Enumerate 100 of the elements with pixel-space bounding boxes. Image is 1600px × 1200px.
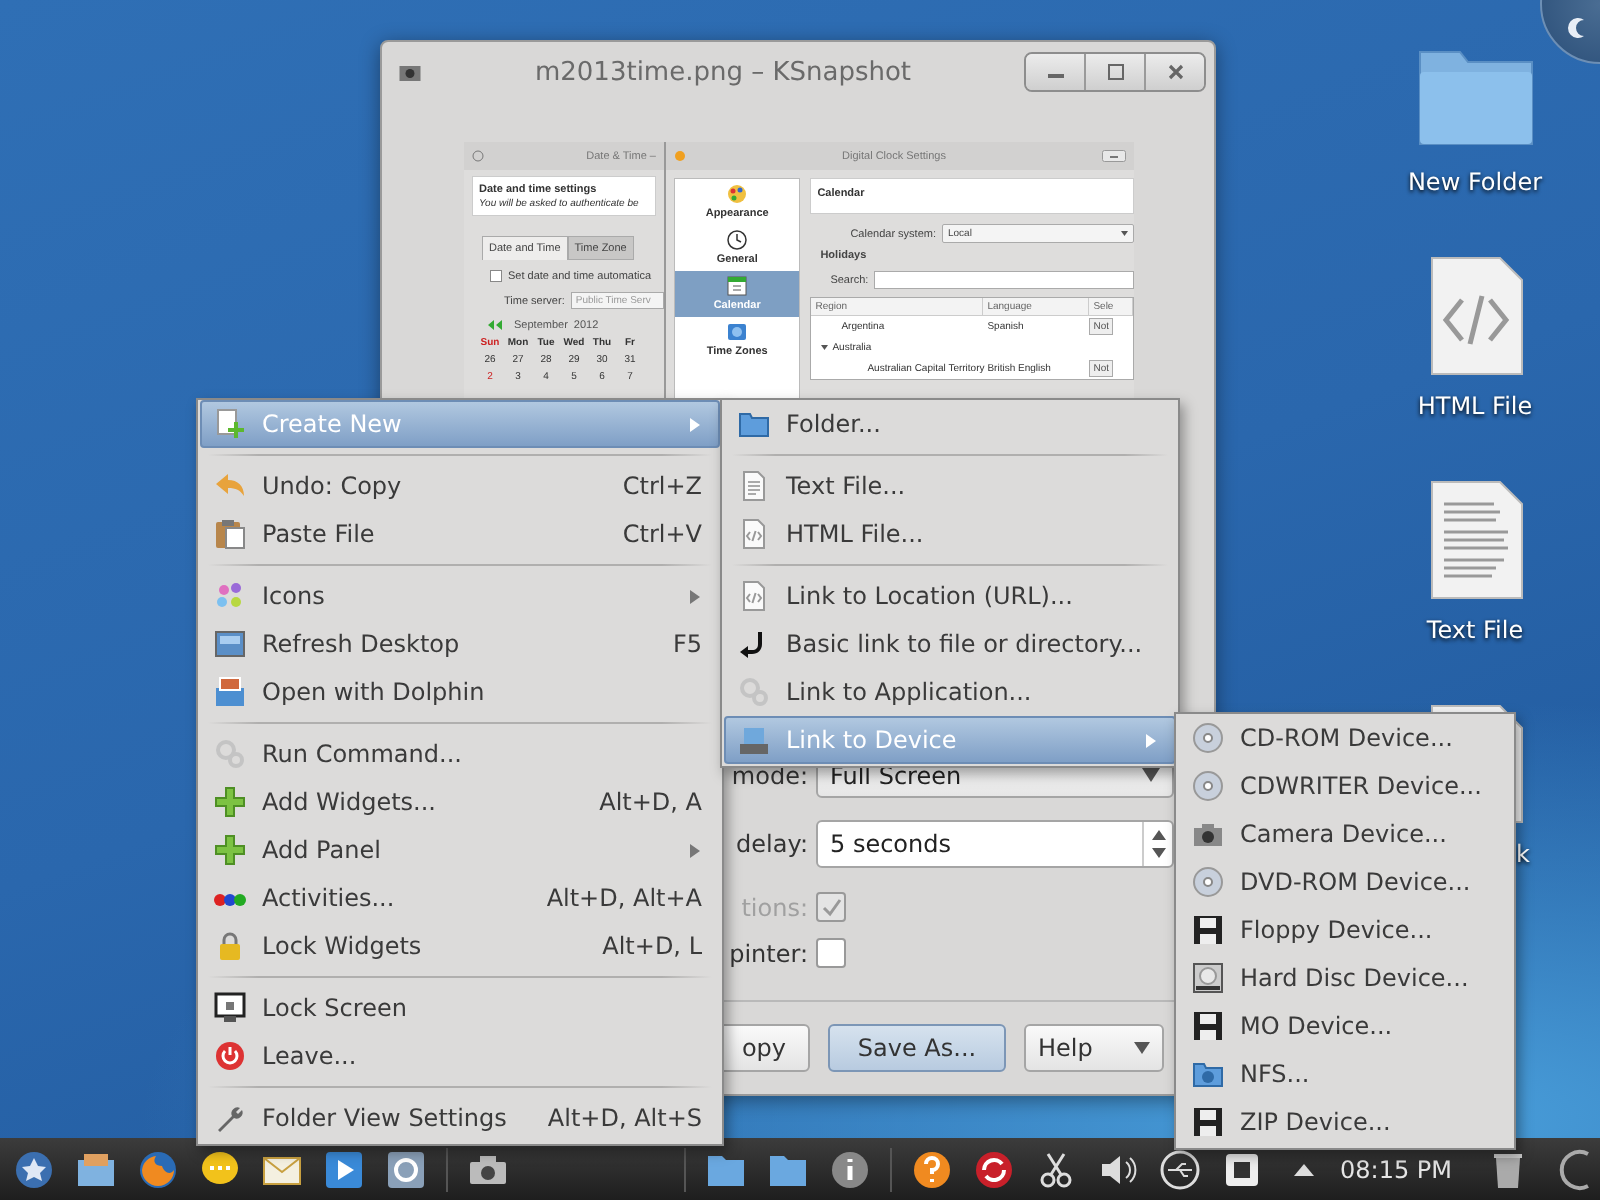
calendar-icon	[726, 275, 749, 297]
minimize-button[interactable]	[1026, 54, 1084, 90]
checkbox[interactable]	[490, 270, 502, 282]
search-field[interactable]	[874, 271, 1134, 289]
menu-item[interactable]: Link to Location (URL)...	[724, 572, 1176, 620]
menu-item[interactable]: Lock Widgets Alt+D, L	[200, 922, 720, 970]
menu-item[interactable]: Undo: Copy Ctrl+Z	[200, 462, 720, 510]
camera-icon	[1192, 818, 1224, 850]
star-orb-icon[interactable]	[12, 1147, 56, 1191]
shortcut-label: Ctrl+V	[622, 520, 702, 548]
menu-item[interactable]: Activities... Alt+D, Alt+A	[200, 874, 720, 922]
gears-icon	[214, 738, 246, 770]
text-file-icon	[738, 470, 770, 502]
shortcut-label: Alt+D, L	[602, 932, 702, 960]
checkbox[interactable]	[816, 938, 846, 968]
menu-item[interactable]: Leave...	[200, 1032, 720, 1080]
padlock-icon	[214, 930, 246, 962]
spin-arrows-icon	[1151, 828, 1165, 860]
menu-item[interactable]: Refresh Desktop F5	[200, 620, 720, 668]
check-icon	[821, 897, 841, 917]
monitor-icon	[214, 628, 246, 660]
menu-item[interactable]: Folder...	[724, 400, 1176, 448]
usb-icon[interactable]	[1158, 1147, 1202, 1191]
dialog-button[interactable]: Help	[1024, 1024, 1164, 1072]
folder-window-icon	[214, 676, 246, 708]
menu-item[interactable]: Add Panel	[200, 826, 720, 874]
dialog-button[interactable]: Save As...	[828, 1024, 1006, 1072]
submenu-arrow-icon	[688, 843, 702, 857]
globe-icon	[726, 321, 749, 343]
power-icon	[214, 1040, 246, 1072]
colored-dots-icon	[214, 580, 246, 612]
option-label: tions:	[739, 893, 808, 921]
dropdown-arrow-icon	[1121, 230, 1128, 237]
shortcut-label: Alt+D, A	[599, 788, 702, 816]
drive-icon	[738, 724, 770, 756]
menu-item[interactable]: Paste File Ctrl+V	[200, 510, 720, 558]
menu-item[interactable]: CD-ROM Device...	[1178, 714, 1512, 762]
menu-item[interactable]: ZIP Device...	[1178, 1098, 1512, 1146]
clock-icon	[726, 229, 749, 251]
clipboard-icon	[214, 518, 246, 550]
shortcut-label: Alt+D, Alt+A	[546, 884, 702, 912]
new-document-icon	[214, 408, 246, 440]
menu-item[interactable]: Folder View Settings Alt+D, Alt+S	[200, 1094, 720, 1142]
browser-icon[interactable]	[136, 1147, 180, 1191]
menu-item[interactable]: Floppy Device...	[1178, 906, 1512, 954]
code-file-icon	[738, 580, 770, 612]
clock[interactable]: 08:15 PM	[1340, 1155, 1452, 1183]
option-label: pinter:	[727, 939, 808, 967]
plus-icon	[214, 834, 246, 866]
help-icon[interactable]	[910, 1147, 954, 1191]
previous-arrows-icon	[488, 320, 508, 330]
desktop-icon-label[interactable]: k	[1516, 840, 1530, 868]
desktop-icon-label[interactable]: HTML File	[1417, 392, 1533, 420]
camera-icon	[398, 60, 422, 84]
maximize-button[interactable]	[1084, 54, 1144, 90]
plus-icon	[214, 786, 246, 818]
wrench-icon	[214, 1102, 246, 1134]
menu-item[interactable]: CDWRITER Device...	[1178, 762, 1512, 810]
delay-spinbox[interactable]: 5 seconds	[816, 820, 1174, 868]
shortcut-label: Ctrl+Z	[622, 472, 702, 500]
menu-item[interactable]: NFS...	[1178, 1050, 1512, 1098]
dialog-button[interactable]: opy	[718, 1024, 810, 1072]
menu-item[interactable]: Hard Disc Device...	[1178, 954, 1512, 1002]
menu-item[interactable]: Icons	[200, 572, 720, 620]
shortcut-label: F5	[672, 630, 702, 658]
menu-item[interactable]: Run Command...	[200, 730, 720, 778]
close-icon	[1165, 62, 1185, 82]
window-title: m2013time.png – KSnapshot	[532, 57, 914, 87]
field-label: delay:	[734, 830, 808, 858]
menu-item[interactable]: Basic link to file or directory...	[724, 620, 1176, 668]
info-icon[interactable]	[828, 1147, 872, 1191]
dropdown-arrow-icon	[1134, 1040, 1150, 1056]
paint-palette-icon	[726, 183, 749, 205]
submenu-arrow-icon	[1144, 733, 1158, 747]
submenu-arrow-icon	[688, 589, 702, 603]
sync-icon[interactable]	[972, 1147, 1016, 1191]
menu-item[interactable]: Open with Dolphin	[200, 668, 720, 716]
menu-item[interactable]: Text File...	[724, 462, 1176, 510]
menu-item[interactable]: HTML File...	[724, 510, 1176, 558]
close-button[interactable]	[1144, 54, 1204, 90]
desktop-icon-label[interactable]: New Folder	[1407, 168, 1543, 196]
play-icon[interactable]	[322, 1147, 366, 1191]
menu-item[interactable]: DVD-ROM Device...	[1178, 858, 1512, 906]
menu-item[interactable]: Lock Screen	[200, 984, 720, 1032]
menu-item[interactable]: Link to Application...	[724, 668, 1176, 716]
text-file-icon	[1425, 480, 1525, 600]
disc-icon	[1192, 770, 1224, 802]
settings-icon[interactable]	[384, 1147, 428, 1191]
clock-icon	[674, 150, 686, 162]
menu-item[interactable]: Camera Device...	[1178, 810, 1512, 858]
menu-item[interactable]: MO Device...	[1178, 1002, 1512, 1050]
menu-item[interactable]: Add Widgets... Alt+D, A	[200, 778, 720, 826]
minimize-icon	[1102, 150, 1126, 162]
submenu-arrow-icon	[688, 417, 702, 431]
maximize-icon	[1105, 62, 1125, 82]
desktop-icon-label[interactable]: Text File	[1426, 616, 1524, 644]
lock-screen-icon	[214, 992, 246, 1024]
shortcut-label: Alt+D, Alt+S	[547, 1104, 702, 1132]
code-file-icon	[1425, 256, 1525, 376]
field-label: mode:	[729, 761, 808, 789]
